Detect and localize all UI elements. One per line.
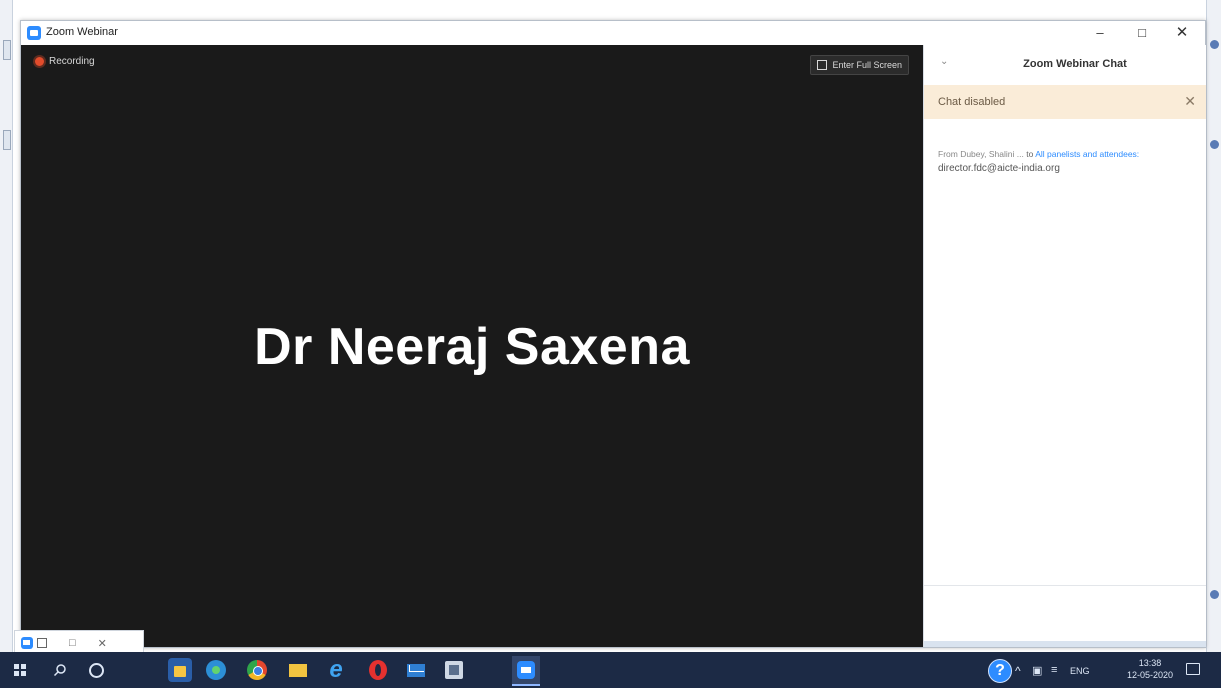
edge-icon[interactable] — [204, 658, 228, 682]
photos-icon[interactable] — [442, 658, 466, 682]
internet-explorer-icon[interactable]: e — [324, 658, 348, 682]
background-icon — [1210, 40, 1219, 49]
message-header: From Dubey, Shalini ... to All panelists… — [938, 149, 1200, 159]
chat-panel: ⌄ Zoom Webinar Chat Chat disabled ✕ From… — [923, 45, 1206, 647]
message-to: to — [1026, 149, 1034, 159]
chat-disabled-banner: Chat disabled ✕ — [924, 85, 1206, 119]
language-indicator[interactable]: ENG — [1070, 666, 1090, 676]
background-window-tab — [3, 40, 11, 60]
zoom-app-icon — [27, 26, 41, 40]
enter-full-screen-label: Enter Full Screen — [832, 60, 902, 70]
maximize-button[interactable]: □ — [1121, 21, 1163, 45]
mini-close-button[interactable]: ✕ — [98, 637, 107, 650]
zoom-app-icon — [21, 637, 33, 649]
mini-window-square-icon — [37, 638, 47, 648]
zoom-webinar-window: Zoom Webinar – □ ✕ Recording Enter Full … — [20, 20, 1206, 648]
minimize-button[interactable]: – — [1079, 21, 1121, 45]
chrome-icon[interactable] — [245, 658, 269, 682]
store-icon[interactable] — [168, 658, 192, 682]
background-icon — [1210, 590, 1219, 599]
network-icon[interactable]: ▣ — [1032, 664, 1042, 677]
clock-time: 13:38 — [1138, 658, 1162, 668]
search-icon[interactable] — [42, 652, 78, 688]
desktop-right-edge — [1206, 0, 1221, 652]
mail-icon[interactable] — [404, 658, 428, 682]
close-icon[interactable]: ✕ — [1184, 93, 1196, 110]
tray-overflow-caret[interactable]: ^ — [1015, 664, 1021, 678]
desktop-left-edge — [0, 0, 13, 652]
help-icon[interactable]: ? — [988, 659, 1012, 683]
notification-icon[interactable] — [1186, 663, 1200, 675]
volume-icon[interactable]: ≡ — [1051, 664, 1057, 676]
opera-icon[interactable] — [366, 658, 390, 682]
background-icon — [1210, 140, 1219, 149]
speaker-name: Dr Neeraj Saxena — [254, 318, 690, 376]
title-bar[interactable]: Zoom Webinar – □ ✕ — [21, 21, 1205, 45]
windows-start-icon[interactable] — [2, 652, 38, 688]
fullscreen-icon — [817, 60, 828, 70]
mini-restore-button[interactable]: □ — [69, 637, 76, 649]
message-recipients[interactable]: All panelists and attendees: — [1035, 149, 1139, 159]
message-sender: From Dubey, Shalini ... — [938, 149, 1024, 159]
recording-dot-icon — [35, 57, 44, 66]
chat-title: Zoom Webinar Chat — [1023, 58, 1127, 70]
system-clock[interactable]: 13:38 12-05-2020 — [1125, 657, 1175, 681]
banner-text: Chat disabled — [938, 96, 1006, 108]
close-window-button[interactable]: ✕ — [1161, 21, 1203, 45]
chat-bottom-strip — [924, 641, 1206, 647]
message-text: director.fdc@aicte-india.org — [938, 163, 1060, 174]
chat-header: ⌄ Zoom Webinar Chat — [924, 45, 1206, 83]
chat-input-area — [924, 585, 1206, 586]
background-window-tab — [3, 130, 11, 150]
file-explorer-icon[interactable] — [286, 658, 310, 682]
clock-date: 12-05-2020 — [1126, 670, 1174, 680]
enter-full-screen-button[interactable]: Enter Full Screen — [810, 55, 909, 75]
recording-indicator: Recording — [35, 56, 95, 67]
zoom-taskbar-icon[interactable] — [512, 656, 540, 686]
window-title: Zoom Webinar — [46, 26, 118, 38]
cortana-icon[interactable] — [78, 652, 114, 688]
video-area[interactable]: Recording Enter Full Screen Dr Neeraj Sa… — [21, 45, 923, 647]
recording-label: Recording — [49, 56, 95, 67]
